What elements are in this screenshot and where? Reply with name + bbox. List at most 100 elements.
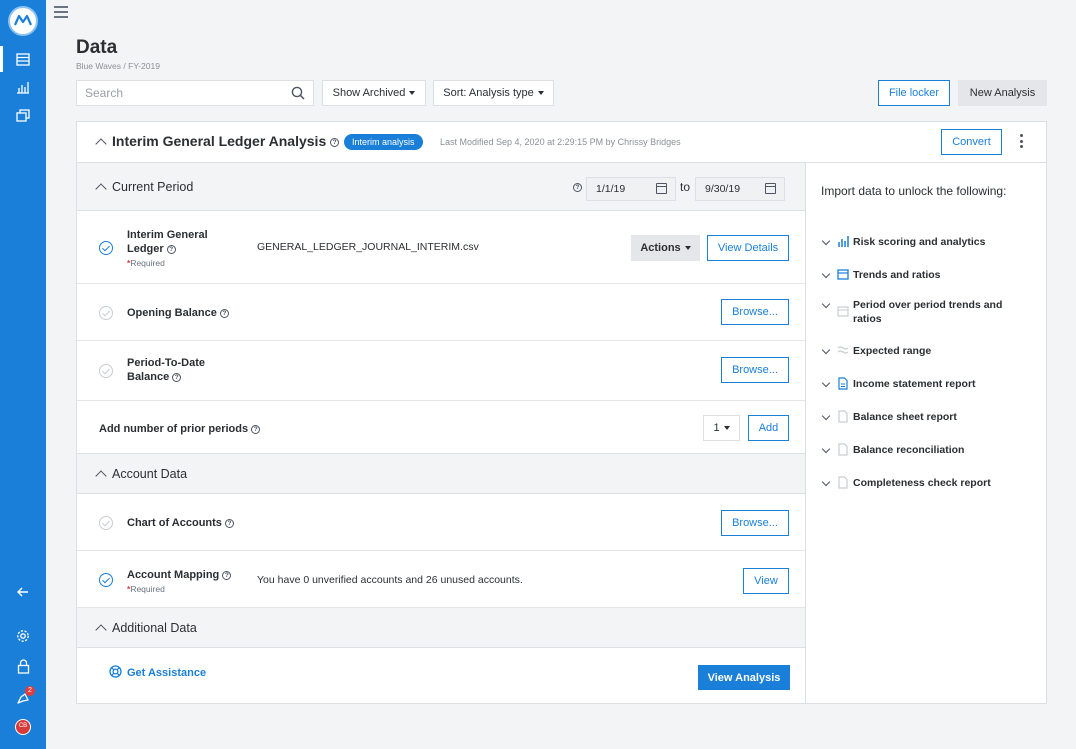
feature-item[interactable]: Expected range — [821, 343, 1041, 363]
avatar[interactable]: CB — [15, 719, 31, 735]
range-icon — [836, 343, 850, 357]
data-icon[interactable] — [13, 49, 33, 69]
actions-dropdown[interactable]: Actions — [631, 235, 700, 261]
caret-down-icon — [537, 91, 544, 95]
feature-item[interactable]: Period over period trends and ratios — [821, 297, 1041, 329]
analysis-title: Interim General Ledger Analysis — [112, 133, 327, 149]
prior-periods-select[interactable]: 1 — [703, 415, 740, 441]
settings-icon[interactable] — [13, 626, 33, 646]
notification-badge: 2 — [25, 686, 35, 696]
help-icon[interactable]: ? — [172, 372, 182, 382]
view-button[interactable]: View — [743, 568, 789, 594]
general-ledger-row: Interim General Ledger ? *Required GENER… — [77, 211, 805, 284]
chevron-down-icon — [821, 345, 831, 355]
new-analysis-button[interactable]: New Analysis — [958, 80, 1047, 106]
search-icon[interactable] — [291, 86, 305, 105]
document-icon — [836, 475, 850, 489]
to-label: to — [680, 180, 691, 194]
get-assistance-link[interactable]: Get Assistance — [109, 665, 206, 679]
page-title: Data — [76, 37, 118, 58]
add-button[interactable]: Add — [748, 415, 789, 441]
view-analysis-button[interactable]: View Analysis — [698, 665, 790, 690]
collapse-arrow-icon[interactable] — [13, 582, 33, 602]
required-note: *Required — [127, 258, 165, 268]
uploaded-file-name: GENERAL_LEDGER_JOURNAL_INTERIM.csv — [257, 241, 479, 253]
calendar-icon[interactable] — [656, 183, 667, 194]
section-title: Additional Data — [112, 621, 197, 635]
collapse-chevron-icon[interactable] — [95, 183, 107, 195]
unlock-title: Import data to unlock the following: — [821, 184, 1007, 198]
tasks-icon[interactable] — [13, 105, 33, 125]
convert-button[interactable]: Convert — [941, 129, 1002, 155]
check-circle-icon — [99, 516, 113, 530]
show-archived-label: Show Archived — [332, 87, 406, 99]
section-title: Account Data — [112, 467, 188, 481]
label-line2: Ledger — [127, 243, 164, 255]
opening-balance-label: Opening Balance ? — [127, 306, 229, 320]
more-options-icon[interactable] — [1020, 134, 1024, 150]
bar-chart-icon — [836, 234, 850, 248]
document-icon — [836, 376, 850, 390]
collapse-chevron-icon[interactable] — [95, 470, 107, 482]
chevron-down-icon — [821, 378, 831, 388]
caret-down-icon — [684, 246, 691, 250]
feature-item[interactable]: Income statement report — [821, 376, 1041, 396]
help-icon[interactable]: ? — [330, 137, 340, 147]
end-date-input[interactable]: 9/30/19 — [695, 177, 785, 201]
view-details-button[interactable]: View Details — [707, 235, 789, 261]
file-locker-button[interactable]: File locker — [878, 80, 950, 106]
left-nav-rail: 2 CB — [0, 0, 46, 749]
help-icon[interactable]: ? — [573, 183, 582, 192]
analytics-icon[interactable] — [13, 77, 33, 97]
calendar-icon[interactable] — [765, 183, 776, 194]
help-icon[interactable]: ? — [222, 570, 232, 580]
opening-balance-row: Opening Balance ? Browse... — [77, 284, 805, 341]
check-circle-icon — [99, 573, 113, 587]
active-nav-indicator — [0, 46, 3, 72]
search-input[interactable] — [77, 81, 277, 105]
analysis-card: Interim General Ledger Analysis ? Interi… — [76, 121, 1047, 704]
account-data-header: Account Data — [77, 454, 805, 494]
calendar-icon — [836, 304, 850, 318]
chevron-down-icon — [821, 477, 831, 487]
browse-button[interactable]: Browse... — [721, 510, 789, 536]
lock-icon[interactable] — [13, 656, 33, 676]
collapse-chevron-icon[interactable] — [95, 624, 107, 636]
chevron-down-icon — [821, 444, 831, 454]
chart-of-accounts-row: Chart of Accounts ? Browse... — [77, 494, 805, 551]
period-to-date-row: Period-To-Date Balance ? Browse... — [77, 341, 805, 401]
unlock-features-pane: Import data to unlock the following: Ris… — [805, 163, 1046, 704]
sort-dropdown[interactable]: Sort: Analysis type — [433, 80, 554, 106]
check-circle-icon — [99, 241, 113, 255]
account-mapping-label: Account Mapping ? *Required — [127, 568, 232, 596]
caret-down-icon — [723, 426, 730, 430]
show-archived-dropdown[interactable]: Show Archived — [322, 80, 426, 106]
chart-of-accounts-label: Chart of Accounts ? — [127, 516, 234, 530]
help-icon[interactable]: ? — [225, 518, 234, 528]
search-box — [76, 80, 314, 106]
feature-item[interactable]: Risk scoring and analytics — [821, 234, 1041, 254]
start-date-input[interactable]: 1/1/19 — [586, 177, 676, 201]
feature-item[interactable]: Completeness check report — [821, 475, 1041, 495]
browse-button[interactable]: Browse... — [721, 299, 789, 325]
browse-button[interactable]: Browse... — [721, 357, 789, 383]
feature-item[interactable]: Trends and ratios — [821, 267, 1041, 287]
account-mapping-row: Account Mapping ? *Required You have 0 u… — [77, 551, 805, 608]
feature-item[interactable]: Balance sheet report — [821, 409, 1041, 429]
check-circle-icon — [99, 364, 113, 378]
mindbridge-logo-icon[interactable] — [8, 6, 38, 36]
collapse-chevron-icon[interactable] — [95, 138, 107, 150]
help-icon[interactable]: ? — [251, 424, 261, 434]
menu-toggle-icon[interactable] — [54, 6, 68, 18]
current-period-header: Current Period ? 1/1/19 to 9/30/19 — [77, 163, 805, 211]
lifebuoy-icon — [109, 665, 122, 678]
help-icon[interactable]: ? — [166, 244, 176, 254]
check-circle-icon — [99, 306, 113, 320]
calendar-icon — [836, 267, 850, 281]
help-icon[interactable]: ? — [219, 308, 229, 318]
feature-item[interactable]: Balance reconciliation — [821, 442, 1041, 462]
chevron-down-icon — [821, 269, 831, 279]
last-modified: Last Modified Sep 4, 2020 at 2:29:15 PM … — [440, 137, 681, 147]
analysis-title-wrap: Interim General Ledger Analysis ? — [112, 133, 340, 149]
section-title: Current Period — [112, 180, 194, 194]
